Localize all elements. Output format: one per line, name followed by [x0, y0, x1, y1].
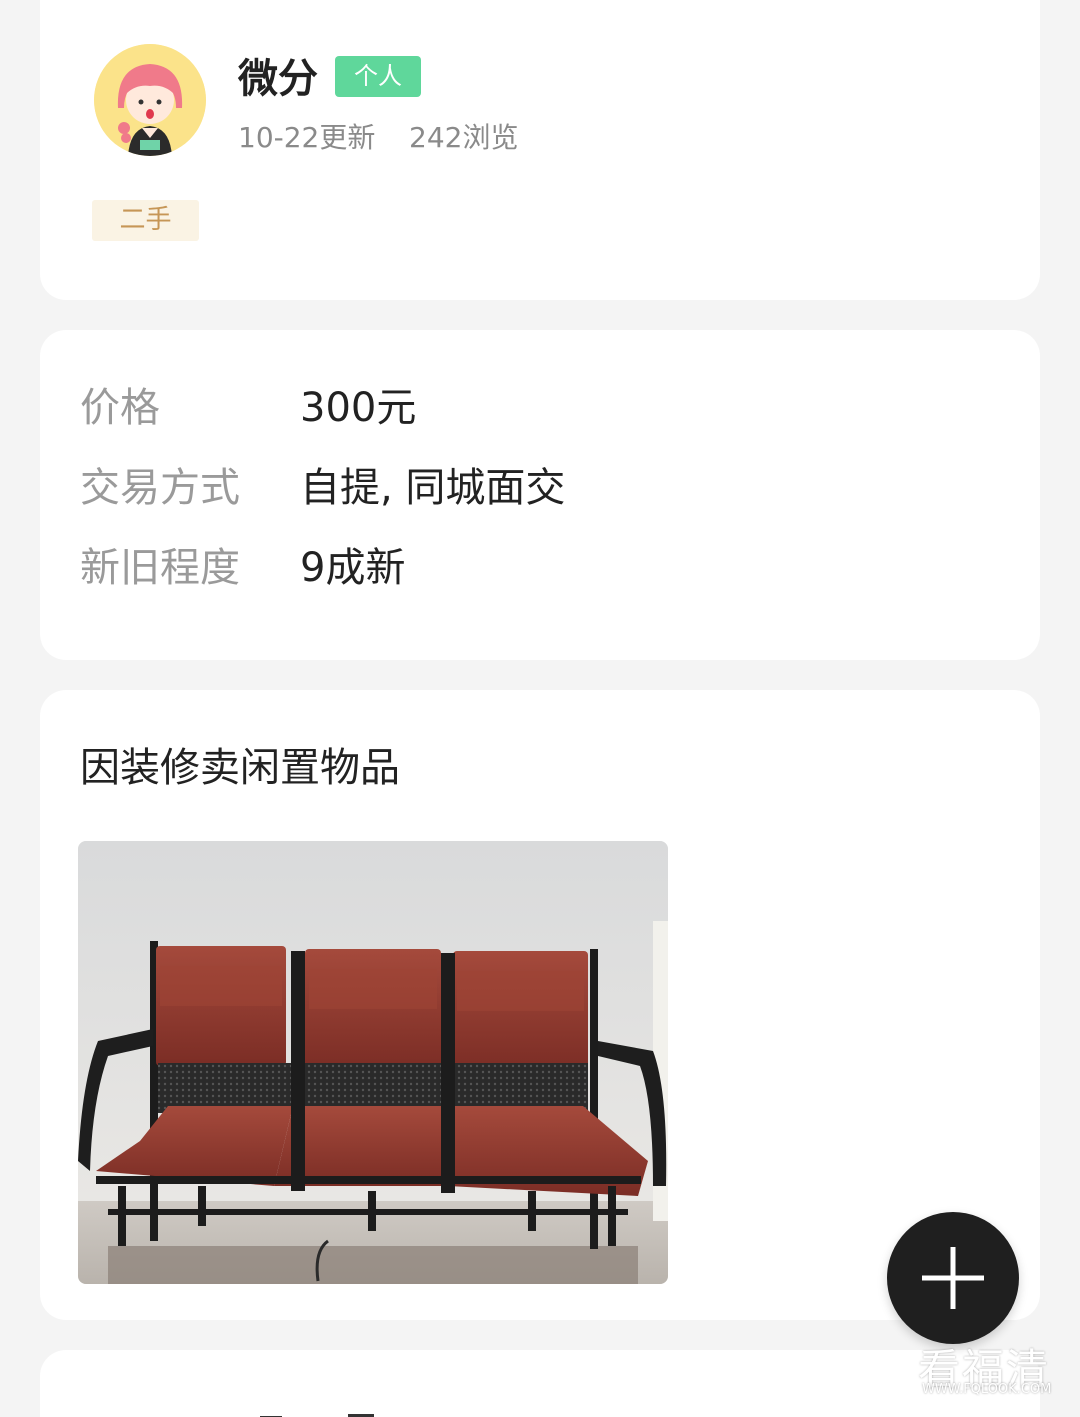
- detail-row-trade-method: 交易方式 自提, 同城面交: [80, 460, 1000, 516]
- detail-row-price: 价格 300元: [80, 380, 1000, 436]
- seller-card: 微分 个人 10-22更新 242浏览 二手: [40, 0, 1040, 300]
- description-card: 因装修卖闲置物品: [40, 690, 1040, 1320]
- personal-badge: 个人: [335, 56, 421, 97]
- condition-label: 新旧程度: [80, 545, 240, 591]
- plus-icon[interactable]: [887, 1212, 1019, 1344]
- cartoon-girl-avatar-icon[interactable]: [94, 44, 206, 156]
- detail-row-condition: 新旧程度 9成新: [80, 540, 1000, 596]
- seller-name[interactable]: 微分: [238, 46, 318, 104]
- price-value: 300元: [300, 385, 417, 431]
- view-count: 242浏览: [409, 121, 519, 154]
- secondhand-tag: 二手: [92, 200, 199, 241]
- watermark-url: WWW.FQLOOK.COM: [922, 1382, 1052, 1397]
- price-label: 价格: [80, 385, 160, 431]
- three-seat-leather-bench-photo[interactable]: [78, 841, 668, 1284]
- updated-date: 10-22更新: [238, 121, 376, 154]
- condition-value: 9成新: [300, 545, 406, 591]
- description-text: 因装修卖闲置物品: [80, 745, 400, 791]
- trade-method-value: 自提, 同城面交: [300, 465, 566, 511]
- trade-method-label: 交易方式: [80, 465, 240, 511]
- next-card-title-peek: [260, 1414, 374, 1417]
- listing-page: 微分 个人 10-22更新 242浏览 二手 价格 300元 交易方式 自提, …: [0, 0, 1080, 1417]
- next-card: [40, 1350, 1040, 1417]
- details-card: 价格 300元 交易方式 自提, 同城面交 新旧程度 9成新: [40, 330, 1040, 660]
